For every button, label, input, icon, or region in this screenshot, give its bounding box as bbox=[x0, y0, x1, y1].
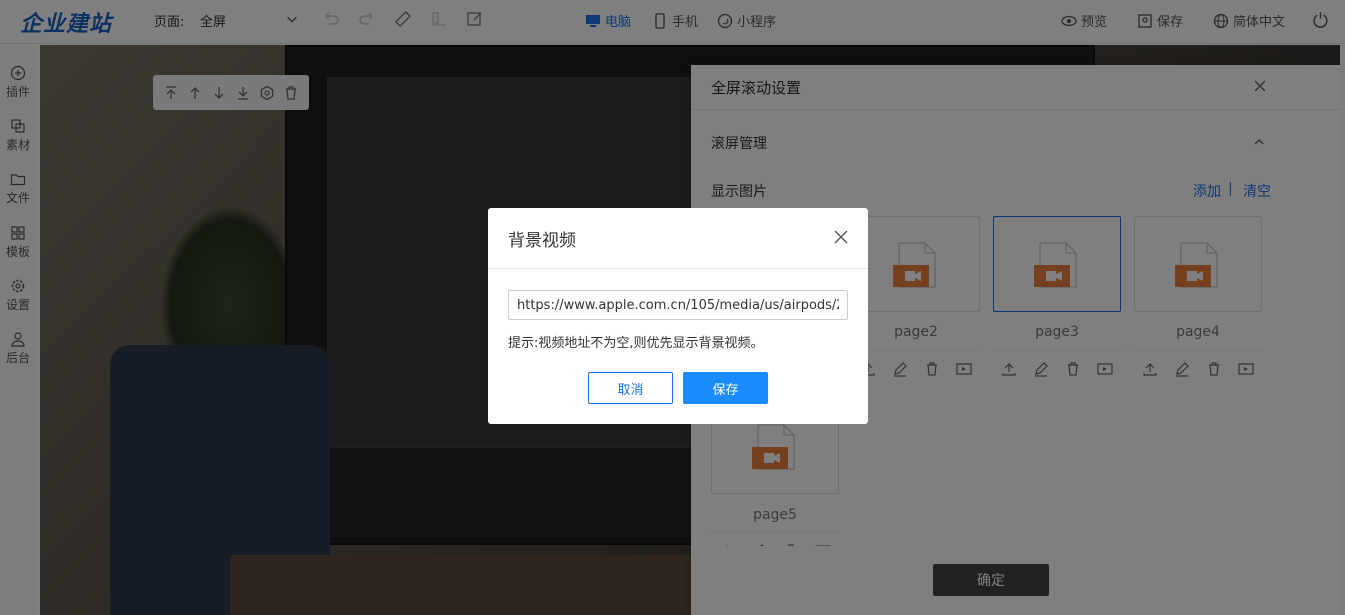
dialog-save-button[interactable]: 保存 bbox=[683, 372, 768, 404]
dialog-hint: 提示:视频地址不为空,则优先显示背景视频。 bbox=[508, 336, 764, 351]
background-video-dialog: 背景视频 提示:视频地址不为空,则优先显示背景视频。 取消 保存 bbox=[488, 208, 868, 424]
dialog-title: 背景视频 bbox=[508, 231, 576, 251]
cancel-button[interactable]: 取消 bbox=[588, 372, 673, 404]
video-url-input[interactable] bbox=[508, 290, 848, 320]
dialog-divider bbox=[488, 268, 868, 269]
close-icon[interactable] bbox=[833, 229, 849, 245]
